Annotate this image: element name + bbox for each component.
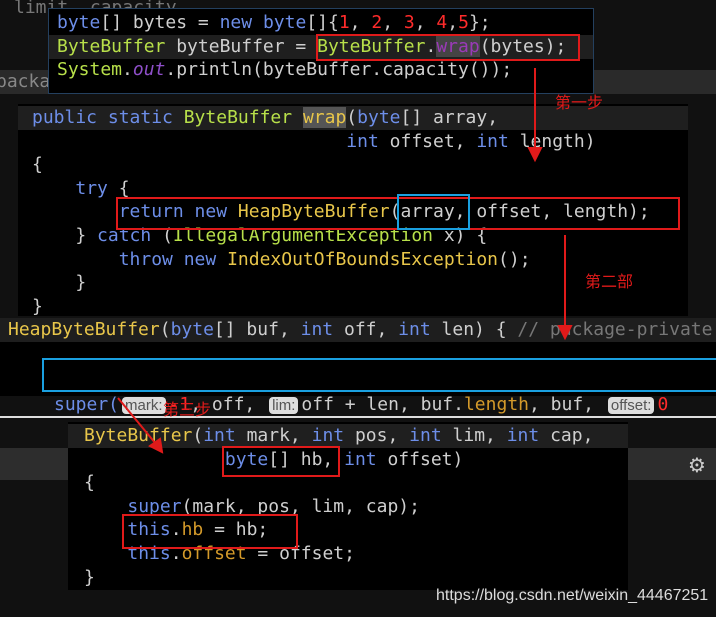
annotation-arrows bbox=[117, 68, 573, 454]
step1-label: 第一步 bbox=[555, 93, 604, 112]
watermark: https://blog.csdn.net/weixin_44467251 bbox=[436, 587, 709, 604]
arrow-step3 bbox=[117, 397, 157, 445]
step3-label: 第三步 bbox=[163, 400, 212, 419]
step2-label: 第二部 bbox=[585, 272, 634, 291]
